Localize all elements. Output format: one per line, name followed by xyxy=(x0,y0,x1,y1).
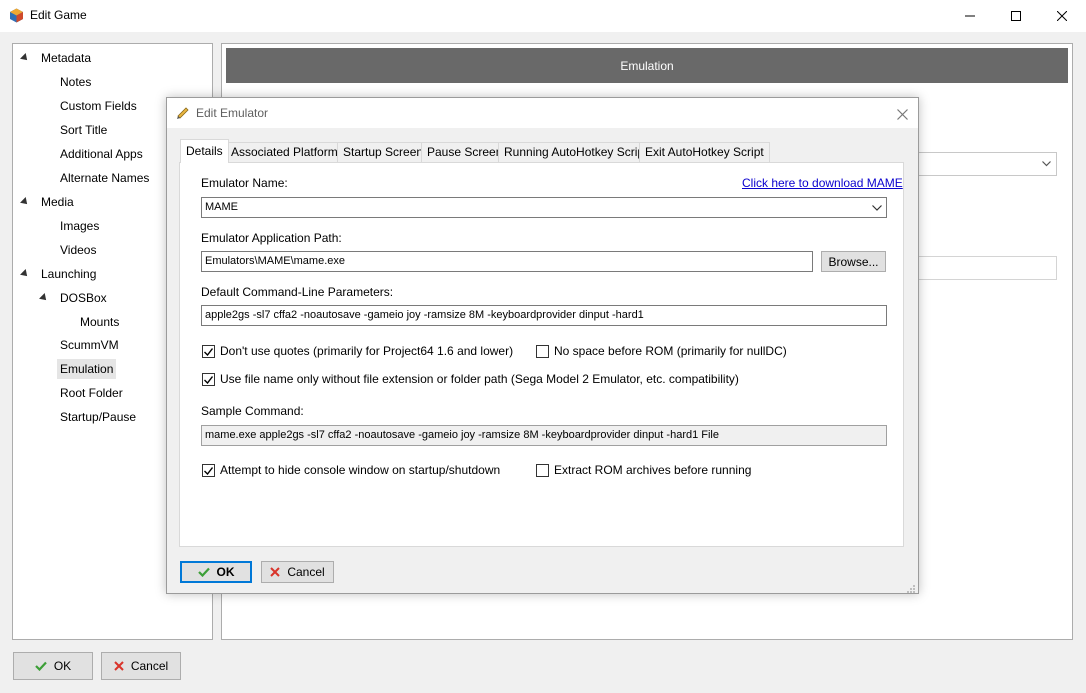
cross-icon xyxy=(270,567,281,577)
hide-console-checkbox[interactable] xyxy=(202,464,215,477)
params-label: Default Command-Line Parameters: xyxy=(201,285,394,299)
tab-details[interactable]: Details xyxy=(180,139,229,163)
tree-item-mounts[interactable]: Mounts xyxy=(77,312,122,332)
dialog-close-button[interactable] xyxy=(890,104,914,124)
hide-console-label: Attempt to hide console window on startu… xyxy=(220,463,501,477)
app-path-input[interactable]: Emulators\MAME\mame.exe xyxy=(201,251,813,272)
checkmark-icon xyxy=(197,567,210,577)
chevron-down-icon xyxy=(1042,161,1051,167)
expand-arrow-icon[interactable] xyxy=(39,293,49,303)
sample-command-field: mame.exe apple2gs -sl7 cffa2 -noautosave… xyxy=(201,425,887,446)
extract-rom-label: Extract ROM archives before running xyxy=(554,463,752,477)
close-window-button[interactable] xyxy=(1039,0,1085,32)
chevron-down-icon xyxy=(872,198,882,217)
window-title: Edit Game xyxy=(30,8,87,22)
tree-item-startup-pause[interactable]: Startup/Pause xyxy=(57,407,139,427)
background-input[interactable] xyxy=(900,256,1057,280)
tree-item-launching[interactable]: Launching xyxy=(38,264,99,284)
file-name-only-label: Use file name only without file extensio… xyxy=(220,372,739,386)
panel-header: Emulation xyxy=(226,48,1068,83)
extract-rom-checkbox[interactable] xyxy=(536,464,549,477)
tab-pause-screen[interactable]: Pause Screen xyxy=(421,142,509,162)
expand-arrow-icon[interactable] xyxy=(20,197,30,207)
tree-item-metadata[interactable]: Metadata xyxy=(38,48,94,68)
checkmark-icon xyxy=(204,466,213,475)
emulator-name-dropdown[interactable]: MAME xyxy=(201,197,887,218)
minimize-button[interactable] xyxy=(947,0,993,32)
tree-item-notes[interactable]: Notes xyxy=(57,72,94,92)
cross-icon xyxy=(114,661,124,671)
tab-associated-platforms[interactable]: Associated Platforms xyxy=(225,142,350,162)
checkmark-icon xyxy=(204,347,213,356)
ok-label: OK xyxy=(53,659,72,673)
checkmark-icon xyxy=(204,375,213,384)
file-name-only-checkbox[interactable] xyxy=(202,373,215,386)
dialog-ok-button[interactable]: OK xyxy=(180,561,252,583)
dialog-ok-label: OK xyxy=(216,565,235,579)
dialog-cancel-label: Cancel xyxy=(287,565,325,579)
details-tab-panel: Emulator Name: Click here to download MA… xyxy=(179,162,904,547)
app-logo-icon xyxy=(9,8,24,23)
app-path-label: Emulator Application Path: xyxy=(201,231,342,245)
pencil-icon xyxy=(176,106,190,120)
tree-item-sort-title[interactable]: Sort Title xyxy=(57,120,110,140)
expand-arrow-icon[interactable] xyxy=(20,269,30,279)
tree-item-root-folder[interactable]: Root Folder xyxy=(57,383,126,403)
no-quotes-checkbox[interactable] xyxy=(202,345,215,358)
checkmark-icon xyxy=(35,661,47,671)
tree-item-dosbox[interactable]: DOSBox xyxy=(57,288,110,308)
emulator-name-label: Emulator Name: xyxy=(201,176,288,190)
window-titlebar xyxy=(0,0,1086,32)
tree-item-alternate-names[interactable]: Alternate Names xyxy=(57,168,152,188)
ok-button[interactable]: OK xyxy=(13,652,93,680)
tree-item-emulation[interactable]: Emulation xyxy=(57,359,117,379)
no-space-label: No space before ROM (primarily for nullD… xyxy=(554,344,787,358)
expand-arrow-icon[interactable] xyxy=(20,53,30,63)
background-dropdown[interactable] xyxy=(900,152,1057,176)
tree-item-additional-apps[interactable]: Additional Apps xyxy=(57,144,146,164)
resize-grip-icon[interactable] xyxy=(906,583,916,593)
cancel-label: Cancel xyxy=(130,659,169,673)
dialog-titlebar xyxy=(167,98,918,128)
tree-item-images[interactable]: Images xyxy=(57,216,102,236)
close-icon xyxy=(896,108,908,120)
close-icon xyxy=(1057,11,1067,21)
dialog-title: Edit Emulator xyxy=(196,106,269,120)
tree-item-custom-fields[interactable]: Custom Fields xyxy=(57,96,140,116)
no-space-checkbox[interactable] xyxy=(536,345,549,358)
minimize-icon xyxy=(965,15,975,17)
tree-item-media[interactable]: Media xyxy=(38,192,77,212)
browse-button[interactable]: Browse... xyxy=(821,251,886,272)
dialog-cancel-button[interactable]: Cancel xyxy=(261,561,334,583)
edit-emulator-dialog: Edit Emulator Details Associated Platfor… xyxy=(166,97,919,594)
no-quotes-label: Don't use quotes (primarily for Project6… xyxy=(220,344,514,358)
browse-label: Browse... xyxy=(828,254,879,269)
tree-item-scummvm[interactable]: ScummVM xyxy=(57,335,122,355)
tree-item-videos[interactable]: Videos xyxy=(57,240,99,260)
maximize-icon xyxy=(1011,11,1021,21)
tab-startup-screen[interactable]: Startup Screen xyxy=(337,142,430,162)
maximize-button[interactable] xyxy=(993,0,1039,32)
cancel-button[interactable]: Cancel xyxy=(101,652,181,680)
tab-running-autohotkey-script[interactable]: Running AutoHotkey Script xyxy=(498,142,654,162)
params-input[interactable]: apple2gs -sl7 cffa2 -noautosave -gameio … xyxy=(201,305,887,326)
tab-exit-autohotkey-script[interactable]: Exit AutoHotkey Script xyxy=(639,142,770,162)
emulator-name-value: MAME xyxy=(205,201,238,213)
download-mame-link[interactable]: Click here to download MAME xyxy=(742,176,903,190)
sample-command-label: Sample Command: xyxy=(201,404,304,418)
